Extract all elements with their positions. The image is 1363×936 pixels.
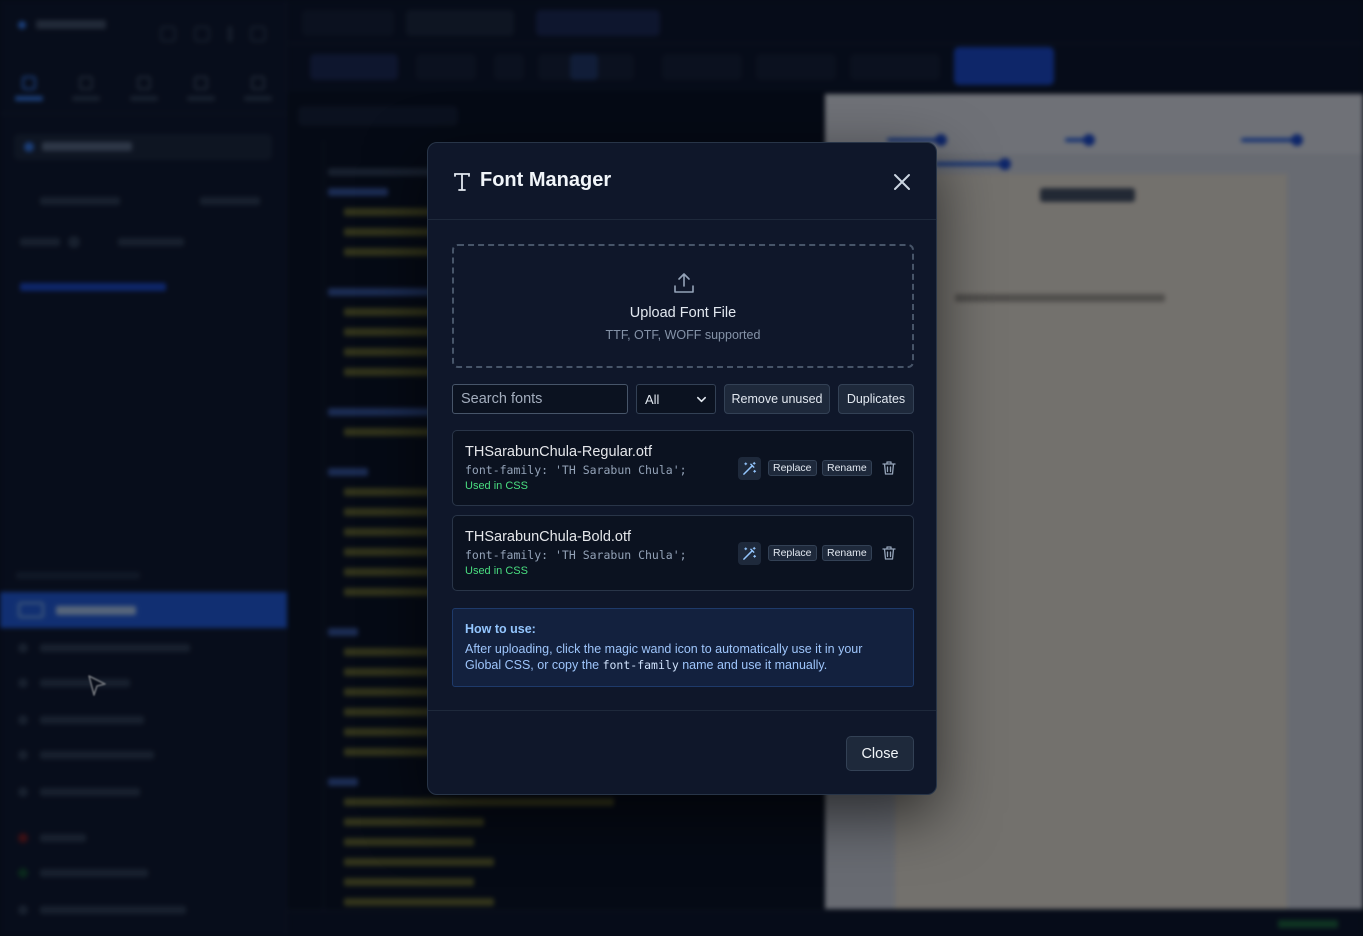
info-title: How to use: xyxy=(465,622,536,636)
trash-icon[interactable] xyxy=(881,545,897,561)
info-text: name and use it manually. xyxy=(678,658,828,672)
font-list-item: THSarabunChula-Bold.otf font-family: 'TH… xyxy=(452,515,914,591)
font-manager-dialog: Font Manager Upload Font File TTF, OTF, … xyxy=(427,142,937,795)
upload-formats: TTF, OTF, WOFF supported xyxy=(605,328,761,342)
close-button[interactable]: Close xyxy=(846,736,914,771)
chevron-down-icon xyxy=(697,396,706,402)
font-list-item: THSarabunChula-Regular.otf font-family: … xyxy=(452,430,914,506)
font-filter-select[interactable]: All xyxy=(636,384,716,414)
font-upload-dropzone[interactable]: Upload Font File TTF, OTF, WOFF supporte… xyxy=(452,244,914,368)
info-code: font-family xyxy=(602,658,679,672)
font-file-name: THSarabunChula-Bold.otf xyxy=(465,529,632,545)
font-file-name: THSarabunChula-Regular.otf xyxy=(465,444,652,460)
magic-wand-icon xyxy=(743,546,757,560)
font-search-input[interactable] xyxy=(452,384,628,414)
dialog-title: Font Manager xyxy=(480,169,612,191)
upload-icon xyxy=(674,273,694,293)
trash-icon[interactable] xyxy=(881,460,897,476)
rename-font-button[interactable]: Rename xyxy=(822,545,872,561)
info-body: After uploading, click the magic wand ic… xyxy=(465,641,895,673)
close-icon[interactable] xyxy=(890,170,914,194)
replace-font-button[interactable]: Replace xyxy=(768,460,817,476)
font-usage-status: Used in CSS xyxy=(465,565,528,577)
text-font-icon xyxy=(454,173,470,191)
font-family-declaration: font-family: 'TH Sarabun Chula'; xyxy=(465,463,687,477)
filter-select-value: All xyxy=(645,391,660,407)
apply-font-button[interactable] xyxy=(738,542,761,565)
font-family-declaration: font-family: 'TH Sarabun Chula'; xyxy=(465,548,687,562)
remove-unused-button[interactable]: Remove unused xyxy=(724,384,830,414)
dialog-header: Font Manager xyxy=(428,143,936,220)
duplicates-button[interactable]: Duplicates xyxy=(838,384,914,414)
replace-font-button[interactable]: Replace xyxy=(768,545,817,561)
apply-font-button[interactable] xyxy=(738,457,761,480)
dialog-footer: Close xyxy=(428,710,936,796)
rename-font-button[interactable]: Rename xyxy=(822,460,872,476)
font-usage-status: Used in CSS xyxy=(465,480,528,492)
how-to-use-box: How to use: After uploading, click the m… xyxy=(452,608,914,687)
upload-title: Upload Font File xyxy=(629,305,737,321)
magic-wand-icon xyxy=(743,461,757,475)
